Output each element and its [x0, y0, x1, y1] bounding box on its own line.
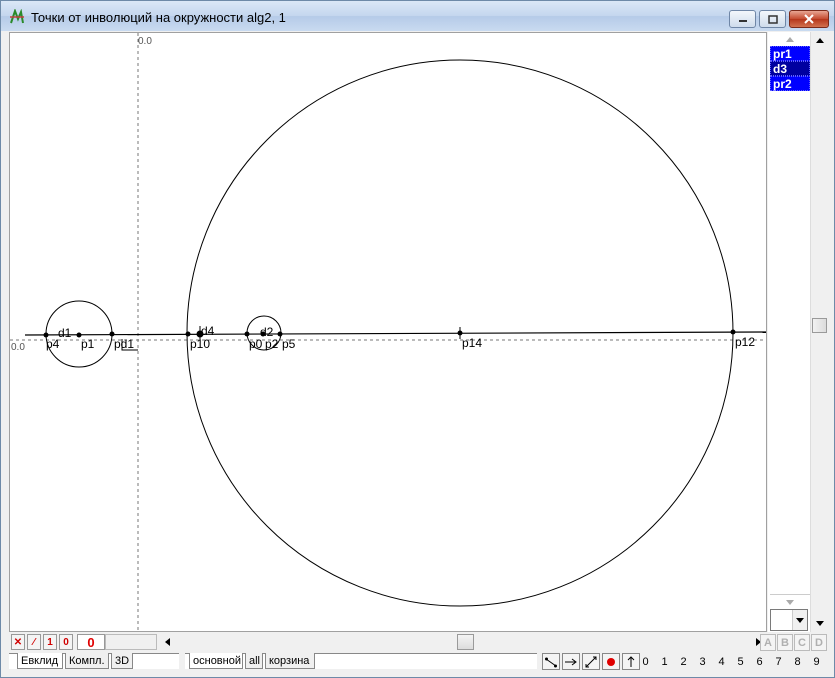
title-bar[interactable]: Точки от инволюций на окружности alg2, 1 — [1, 1, 834, 31]
drawing-canvas[interactable]: 0.0 0.0 d1 p4 p1 pd1 p10 d4 p0 d2 p2 p5 … — [9, 32, 767, 632]
combo-dropdown-arrow[interactable] — [792, 610, 807, 630]
app-window: Точки от инволюций на окружности alg2, 1… — [0, 0, 835, 678]
tab-3d[interactable]: 3D — [111, 653, 133, 669]
scroll-left-button[interactable] — [159, 633, 176, 651]
digit-9[interactable]: 9 — [807, 654, 826, 670]
minimize-icon — [738, 20, 747, 22]
digit-1[interactable]: 1 — [655, 654, 674, 670]
object-item-pr1[interactable]: pr1 — [770, 46, 810, 61]
app-icon — [10, 9, 24, 24]
horizontal-scroll-thumb[interactable] — [457, 634, 474, 650]
object-combo[interactable] — [770, 609, 808, 631]
digit-3[interactable]: 3 — [693, 654, 712, 670]
line-tool[interactable]: ⁄ — [27, 634, 41, 650]
segment-tool-button[interactable] — [542, 653, 560, 670]
blank-field — [105, 634, 157, 650]
tab-korzina[interactable]: корзина — [265, 653, 315, 669]
tab-osnovnoy[interactable]: основной — [189, 653, 243, 669]
label-d4: d4 — [201, 324, 215, 338]
close-button[interactable] — [789, 10, 829, 28]
vertical-scrollbar[interactable] — [810, 32, 828, 632]
triangle-down-icon — [786, 599, 794, 605]
line-tool-button[interactable] — [582, 653, 600, 670]
digit-2[interactable]: 2 — [674, 654, 693, 670]
geometry-drawing[interactable]: 0.0 0.0 d1 p4 p1 pd1 p10 d4 p0 d2 p2 p5 … — [10, 33, 767, 632]
tool-zero[interactable]: 0 — [59, 634, 73, 650]
label-pd1: pd1 — [114, 337, 134, 351]
mode-a-button[interactable]: A — [760, 634, 776, 651]
point-p0[interactable] — [244, 331, 250, 337]
mode-d-button[interactable]: D — [811, 634, 827, 651]
minimize-button[interactable] — [729, 10, 756, 28]
object-list: pr1 d3 pr2 — [770, 46, 810, 91]
mode-c-button[interactable]: C — [794, 634, 810, 651]
tab-all[interactable]: all — [245, 653, 263, 669]
red-point-icon — [607, 657, 615, 666]
scroll-down-button[interactable] — [811, 615, 828, 632]
axis-origin-top-label: 0.0 — [138, 36, 152, 47]
label-p5: p5 — [282, 337, 296, 351]
tool-one[interactable]: 1 — [43, 634, 57, 650]
arrow-up-icon — [815, 38, 824, 43]
list-scroll-down[interactable] — [770, 594, 810, 609]
digit-7[interactable]: 7 — [769, 654, 788, 670]
close-icon — [804, 14, 814, 24]
point-tool-button[interactable] — [602, 653, 620, 670]
scroll-up-button[interactable] — [811, 32, 828, 49]
list-scroll-up[interactable] — [770, 32, 810, 47]
axis-origin-left-label: 0.0 — [11, 342, 25, 353]
segment-icon — [545, 657, 557, 667]
tab-evklid[interactable]: Евклид — [17, 653, 63, 669]
line-icon — [585, 656, 597, 667]
label-p10: p10 — [190, 337, 210, 351]
label-p2: p2 — [265, 337, 279, 351]
main-line[interactable] — [24, 331, 767, 336]
label-p12: p12 — [735, 335, 755, 349]
point-p12[interactable] — [730, 329, 736, 335]
tab-kompl[interactable]: Компл. — [65, 653, 109, 669]
chevron-down-icon — [796, 617, 804, 623]
point-pd1[interactable] — [109, 331, 115, 337]
object-item-d3[interactable]: d3 — [770, 61, 810, 76]
digit-5[interactable]: 5 — [731, 654, 750, 670]
vertical-scroll-thumb[interactable] — [812, 318, 827, 333]
counter-display: 0 — [77, 634, 105, 650]
tabs-row: Евклид Компл. 3D основной all корзина 0 … — [9, 652, 829, 672]
object-item-pr2[interactable]: pr2 — [770, 76, 810, 91]
digit-4[interactable]: 4 — [712, 654, 731, 670]
ray-tool-button[interactable] — [562, 653, 580, 670]
horizontal-scrollbar[interactable] — [159, 633, 767, 651]
triangle-up-icon — [786, 36, 794, 42]
digit-8[interactable]: 8 — [788, 654, 807, 670]
maximize-icon — [767, 14, 778, 24]
label-p14: p14 — [462, 336, 482, 350]
point-p5[interactable] — [277, 331, 283, 337]
digit-0[interactable]: 0 — [636, 654, 655, 670]
arrow-down-icon — [815, 621, 824, 626]
label-d1: d1 — [58, 326, 72, 340]
label-p0: p0 — [249, 337, 263, 351]
window-title: Точки от инволюций на окружности alg2, 1 — [31, 10, 286, 25]
arrow-left-icon — [165, 638, 170, 646]
point-left-large[interactable] — [185, 331, 191, 337]
label-p1: p1 — [81, 337, 95, 351]
digit-6[interactable]: 6 — [750, 654, 769, 670]
label-p4: p4 — [46, 337, 60, 351]
mode-b-button[interactable]: B — [777, 634, 793, 651]
delete-tool[interactable]: ✕ — [11, 634, 25, 650]
ray-icon — [565, 658, 577, 665]
maximize-button[interactable] — [759, 10, 786, 28]
toolbar-row: ✕ ⁄ 1 0 0 A B C D — [9, 633, 829, 651]
